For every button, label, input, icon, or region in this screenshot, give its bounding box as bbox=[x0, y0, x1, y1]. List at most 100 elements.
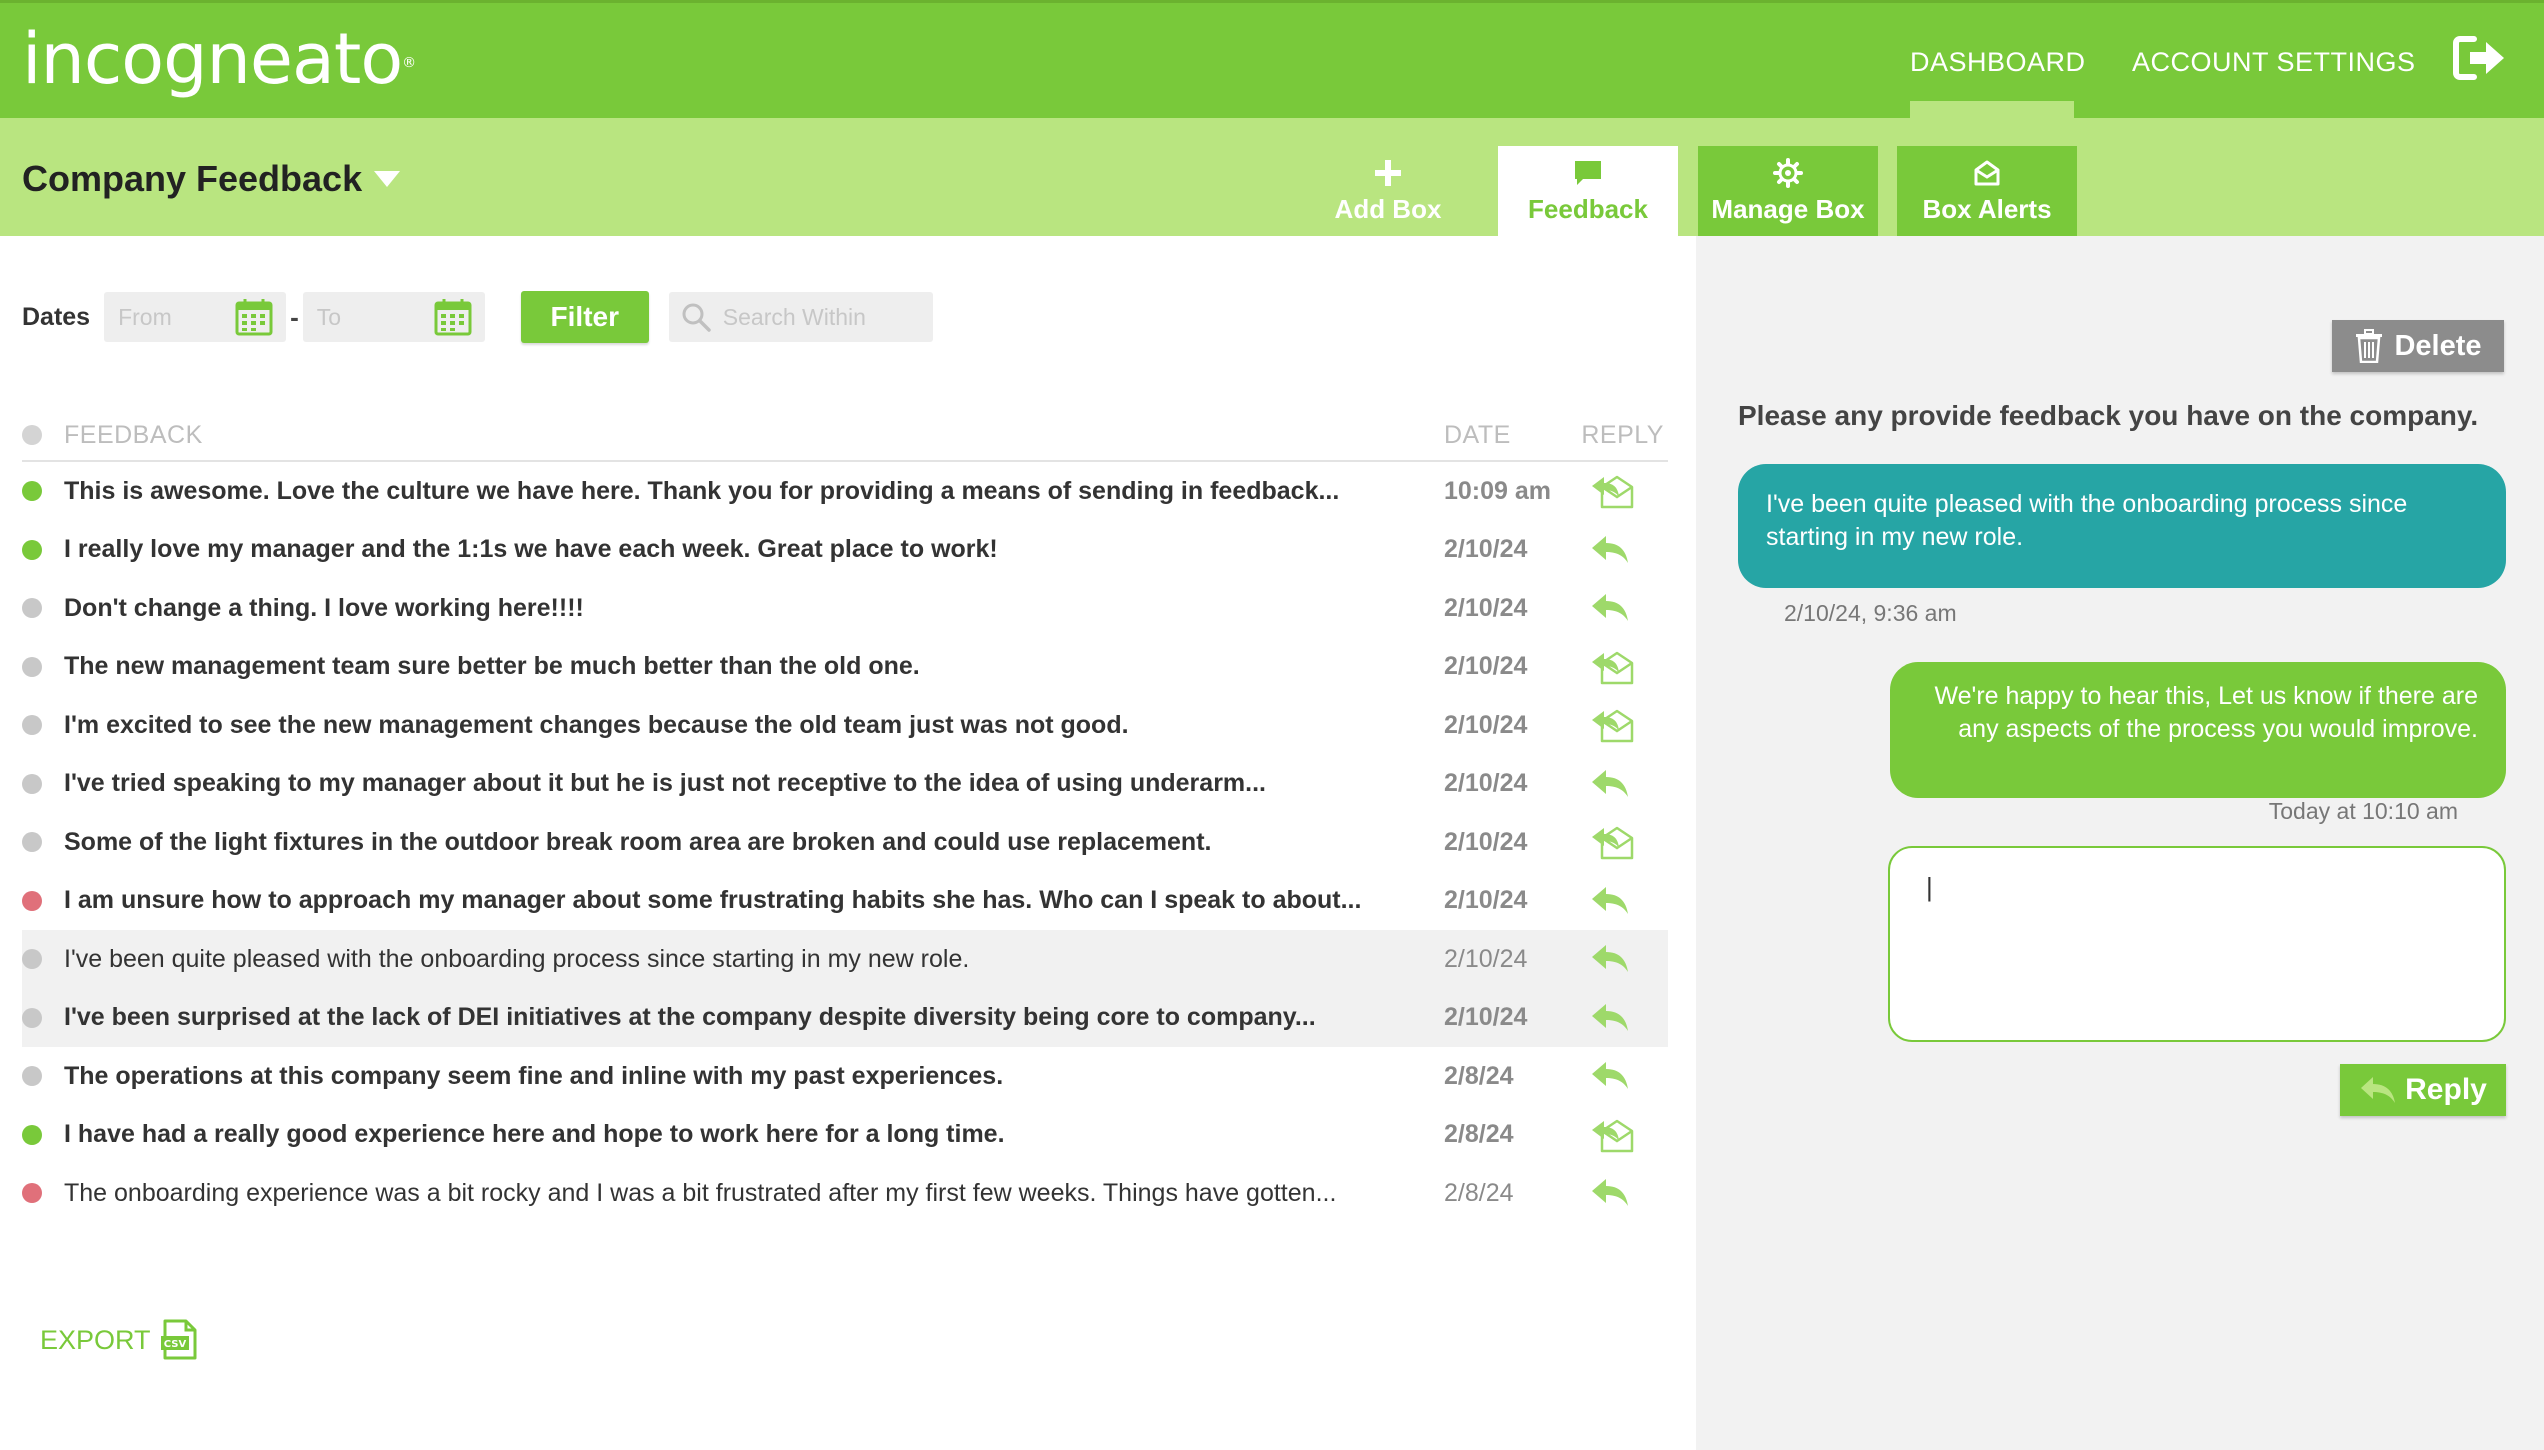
brand-logo[interactable]: incogneato® bbox=[22, 21, 416, 97]
trash-icon bbox=[2356, 329, 2383, 363]
status-dot bbox=[22, 1066, 42, 1087]
table-row[interactable]: I have had a really good experience here… bbox=[22, 1106, 1668, 1165]
table-row[interactable]: I'm excited to see the new management ch… bbox=[22, 696, 1668, 755]
nav-account-settings[interactable]: ACCOUNT SETTINGS bbox=[2132, 3, 2416, 121]
tab-add-box[interactable]: Add Box bbox=[1298, 146, 1478, 236]
envelope-reply-icon[interactable] bbox=[1588, 471, 1634, 511]
date-from-field[interactable]: From bbox=[104, 292, 287, 342]
table-row[interactable]: I've been quite pleased with the onboard… bbox=[22, 930, 1668, 989]
tab-manage-box[interactable]: Manage Box bbox=[1698, 146, 1878, 236]
feedback-text[interactable]: This is awesome. Love the culture we hav… bbox=[64, 477, 1444, 506]
tab-box-alerts[interactable]: Box Alerts bbox=[1897, 146, 2077, 236]
envelope-reply-icon[interactable] bbox=[1588, 647, 1634, 687]
reply-cell[interactable] bbox=[1574, 764, 1664, 804]
table-row[interactable]: I am unsure how to approach my manager a… bbox=[22, 872, 1668, 931]
calendar-icon[interactable] bbox=[234, 297, 274, 337]
feedback-table: FEEDBACK DATE REPLY This is awesome. Lov… bbox=[22, 410, 1668, 1223]
feedback-text[interactable]: Some of the light fixtures in the outdoo… bbox=[64, 828, 1444, 857]
select-all-dot[interactable] bbox=[22, 425, 42, 445]
reply-cell[interactable] bbox=[1574, 1115, 1664, 1155]
feedback-text[interactable]: I have had a really good experience here… bbox=[64, 1120, 1444, 1149]
plus-icon bbox=[1375, 159, 1401, 186]
table-row[interactable]: The operations at this company seem fine… bbox=[22, 1047, 1668, 1106]
calendar-icon[interactable] bbox=[433, 297, 473, 337]
header-reply: REPLY bbox=[1581, 420, 1664, 449]
envelope-reply-icon[interactable] bbox=[1588, 1115, 1634, 1155]
export-link[interactable]: EXPORT CSV bbox=[40, 1318, 199, 1362]
reply-cell[interactable] bbox=[1574, 1056, 1664, 1096]
status-dot bbox=[22, 539, 42, 560]
tab-label: Manage Box bbox=[1711, 193, 1865, 224]
outgoing-message-bubble: We're happy to hear this, Let us know if… bbox=[1890, 662, 2506, 798]
reply-cell[interactable] bbox=[1574, 471, 1664, 511]
date-to-field[interactable]: To bbox=[302, 292, 485, 342]
reply-arrow-icon[interactable] bbox=[1588, 939, 1634, 979]
reply-cell[interactable] bbox=[1574, 705, 1664, 745]
table-row[interactable]: This is awesome. Love the culture we hav… bbox=[22, 462, 1668, 521]
tab-label: Add Box bbox=[1334, 193, 1442, 224]
table-row[interactable]: The new management team sure better be m… bbox=[22, 638, 1668, 697]
table-row[interactable]: I really love my manager and the 1:1s we… bbox=[22, 521, 1668, 580]
feedback-date: 2/10/24 bbox=[1444, 535, 1528, 564]
reply-arrow-icon bbox=[2361, 1077, 2396, 1103]
delete-button[interactable]: Delete bbox=[2332, 320, 2504, 372]
status-dot bbox=[22, 598, 42, 619]
reply-cell[interactable] bbox=[1574, 822, 1664, 862]
top-bar: incogneato® DASHBOARD ACCOUNT SETTINGS bbox=[0, 0, 2544, 118]
page-title: Company Feedback bbox=[22, 158, 363, 199]
table-row[interactable]: I've been surprised at the lack of DEI i… bbox=[22, 988, 1668, 1047]
search-placeholder: Search Within bbox=[722, 303, 866, 330]
feedback-text[interactable]: The onboarding experience was a bit rock… bbox=[64, 1179, 1444, 1208]
reply-arrow-icon[interactable] bbox=[1588, 588, 1634, 628]
reply-cell[interactable] bbox=[1574, 647, 1664, 687]
envelope-reply-icon[interactable] bbox=[1588, 822, 1634, 862]
reply-cell[interactable] bbox=[1574, 1173, 1664, 1213]
feedback-text[interactable]: The operations at this company seem fine… bbox=[64, 1062, 1444, 1091]
filter-button[interactable]: Filter bbox=[520, 291, 649, 343]
reply-arrow-icon[interactable] bbox=[1588, 881, 1634, 921]
reply-arrow-icon[interactable] bbox=[1588, 764, 1634, 804]
table-header: FEEDBACK DATE REPLY bbox=[22, 410, 1668, 462]
reply-cell[interactable] bbox=[1574, 588, 1664, 628]
reply-cell[interactable] bbox=[1574, 939, 1664, 979]
search-within-input[interactable]: Search Within bbox=[668, 292, 933, 342]
status-dot bbox=[22, 1124, 42, 1145]
nav-active-indicator bbox=[1910, 101, 2074, 118]
reply-textarea[interactable]: | bbox=[1888, 846, 2506, 1042]
csv-file-icon: CSV bbox=[160, 1319, 197, 1360]
feedback-text[interactable]: I've been quite pleased with the onboard… bbox=[64, 945, 1444, 974]
feedback-text[interactable]: I really love my manager and the 1:1s we… bbox=[64, 535, 1444, 564]
reply-arrow-icon[interactable] bbox=[1588, 1056, 1634, 1096]
table-row[interactable]: Some of the light fixtures in the outdoo… bbox=[22, 813, 1668, 872]
feedback-text[interactable]: Don't change a thing. I love working her… bbox=[64, 594, 1444, 623]
tab-label: Box Alerts bbox=[1922, 193, 2052, 224]
status-dot bbox=[22, 832, 42, 853]
search-icon bbox=[682, 303, 711, 332]
box-selector[interactable]: Company Feedback bbox=[22, 158, 401, 200]
filter-bar: Dates From - To Filter Search Within bbox=[22, 291, 933, 343]
feedback-text[interactable]: I've been surprised at the lack of DEI i… bbox=[64, 1003, 1444, 1032]
envelope-open-icon bbox=[1974, 160, 2000, 185]
reply-cell[interactable] bbox=[1574, 881, 1664, 921]
feedback-text[interactable]: I'm excited to see the new management ch… bbox=[64, 711, 1444, 740]
table-row[interactable]: The onboarding experience was a bit rock… bbox=[22, 1164, 1668, 1223]
reply-cell[interactable] bbox=[1574, 998, 1664, 1038]
reply-arrow-icon[interactable] bbox=[1588, 1173, 1634, 1213]
envelope-reply-icon[interactable] bbox=[1588, 705, 1634, 745]
table-row[interactable]: I've tried speaking to my manager about … bbox=[22, 755, 1668, 814]
reply-arrow-icon[interactable] bbox=[1588, 530, 1634, 570]
reply-cell[interactable] bbox=[1574, 530, 1664, 570]
delete-label: Delete bbox=[2394, 329, 2482, 362]
feedback-date: 2/10/24 bbox=[1444, 593, 1528, 622]
tab-feedback[interactable]: Feedback bbox=[1498, 146, 1678, 236]
reply-button[interactable]: Reply bbox=[2340, 1064, 2506, 1116]
feedback-text[interactable]: I've tried speaking to my manager about … bbox=[64, 769, 1444, 798]
table-row[interactable]: Don't change a thing. I love working her… bbox=[22, 579, 1668, 638]
feedback-date: 2/10/24 bbox=[1444, 710, 1528, 739]
reply-arrow-icon[interactable] bbox=[1588, 998, 1634, 1038]
status-dot bbox=[22, 1007, 42, 1028]
feedback-text[interactable]: I am unsure how to approach my manager a… bbox=[64, 886, 1444, 915]
feedback-text[interactable]: The new management team sure better be m… bbox=[64, 652, 1444, 681]
logout-icon[interactable] bbox=[2452, 33, 2508, 83]
feedback-date: 10:09 am bbox=[1444, 476, 1552, 505]
